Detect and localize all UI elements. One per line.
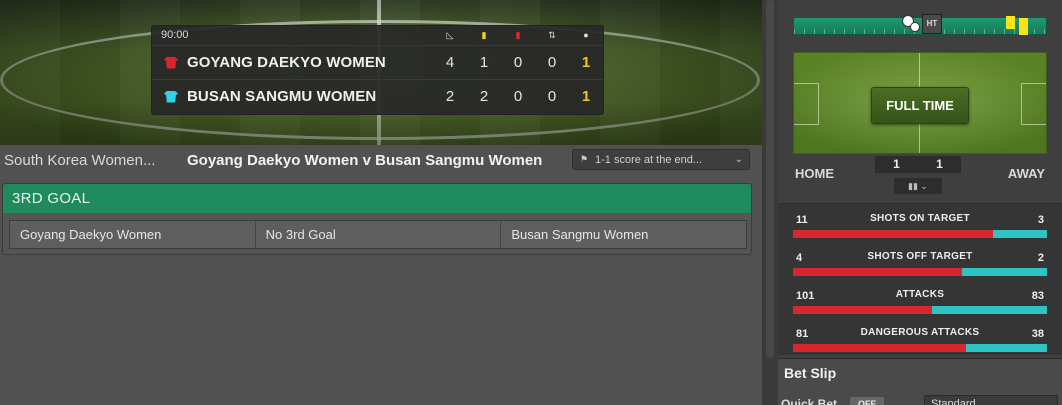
stat-attacks: 101 ATTACKS 83 — [793, 284, 1047, 318]
stat-shots-off-target: 4 SHOTS OFF TARGET 2 — [793, 246, 1047, 280]
home-yellow-cards: 1 — [479, 54, 489, 71]
home-corners: 4 — [445, 54, 455, 71]
bet-slip-title[interactable]: Bet Slip — [784, 365, 836, 381]
stat-filter-dropdown[interactable]: ⚑ 1-1 score at the end... ⌄ — [572, 149, 750, 170]
tracker-away-score: 1 — [936, 157, 943, 171]
stat-bar-home — [793, 344, 966, 352]
away-label: AWAY — [1007, 166, 1045, 181]
away-team-name: BUSAN SANGMU WOMEN — [187, 88, 377, 105]
market-card: 3RD GOAL Goyang Daekyo Women No 3rd Goal… — [2, 183, 752, 255]
scrollbar-thumb[interactable] — [766, 0, 774, 358]
home-away-score: HOME 1 1 ▮▮ ⌄ AWAY — [793, 156, 1047, 196]
home-team-name: GOYANG DAEKYO WOMEN — [187, 54, 386, 71]
yellow-card-icon — [1019, 18, 1028, 35]
stat-label: ATTACKS — [895, 289, 945, 300]
match-title: Goyang Daekyo Women v Busan Sangmu Women — [187, 151, 543, 169]
scoreboard: 90:00 ◺ ▮ ▮ ⇅ ● GOYANG DAEKYO WOMEN 4 1 — [151, 25, 604, 115]
bet-mode-select[interactable]: Standard — [924, 395, 1058, 405]
away-corners: 2 — [445, 88, 455, 105]
stats-toggle-button[interactable]: ▮▮ ⌄ — [894, 178, 942, 194]
substitution-icon: ⇅ — [548, 29, 556, 40]
match-timeline: HT — [793, 14, 1047, 35]
selection-home[interactable]: Goyang Daekyo Women — [10, 221, 256, 248]
stat-bar-away — [962, 268, 1047, 276]
selection-away[interactable]: Busan Sangmu Women — [501, 221, 746, 248]
scrollbar[interactable] — [762, 0, 778, 405]
match-tracker-panel: HT FULL TIME HOME 1 1 ▮▮ ⌄ AWAY 11 SHOTS… — [778, 0, 1062, 405]
corner-icon: ◺ — [446, 29, 454, 40]
stat-bar — [793, 268, 1047, 276]
quick-bet-label: Quick Bet — [781, 397, 838, 405]
scoreboard-row-home: GOYANG DAEKYO WOMEN 4 1 0 0 1 — [152, 45, 603, 79]
yellow-card-icon: ▮ — [481, 29, 487, 40]
stat-dangerous-attacks: 81 DANGEROUS ATTACKS 38 — [793, 322, 1047, 356]
market-header[interactable]: 3RD GOAL — [3, 184, 751, 213]
market-title: 3RD GOAL — [12, 190, 91, 207]
stat-bar-away — [932, 306, 1047, 314]
stat-bar-home — [793, 268, 963, 276]
scoreboard-row-away: BUSAN SANGMU WOMEN 2 2 0 0 1 — [152, 79, 603, 113]
app-root: 90:00 ◺ ▮ ▮ ⇅ ● GOYANG DAEKYO WOMEN 4 1 — [0, 0, 1062, 405]
selection-no-goal[interactable]: No 3rd Goal — [256, 221, 502, 248]
scoreboard-header: 90:00 ◺ ▮ ▮ ⇅ ● — [152, 26, 603, 45]
bet-slip: Bet Slip Quick Bet OFF Standard — [778, 358, 1062, 405]
match-stats: 11 SHOTS ON TARGET 3 4 SHOTS OFF TARGET … — [778, 203, 1062, 355]
home-red-cards: 0 — [513, 54, 523, 71]
stat-away-value: 38 — [1031, 328, 1044, 340]
selection-row: Goyang Daekyo Women No 3rd Goal Busan Sa… — [9, 220, 747, 249]
away-goals: 1 — [581, 88, 591, 105]
stat-away-value: 3 — [1037, 214, 1044, 226]
match-clock: 90:00 — [161, 29, 189, 41]
red-card-icon: ▮ — [515, 29, 521, 40]
home-shirt-icon — [164, 56, 178, 69]
stat-bar-away — [992, 230, 1047, 238]
stat-bar — [793, 230, 1047, 238]
away-substitutions: 0 — [547, 88, 557, 105]
tracker-scorebox: 1 1 — [875, 156, 961, 173]
stat-label: SHOTS ON TARGET — [870, 213, 970, 224]
stat-away-value: 2 — [1037, 252, 1044, 264]
yellow-card-icon — [1006, 16, 1015, 29]
competition-link[interactable]: South Korea Women... — [4, 152, 180, 169]
match-title-bar: South Korea Women... Goyang Daekyo Women… — [0, 146, 762, 174]
stat-bar — [793, 344, 1047, 352]
half-time-marker: HT — [922, 14, 942, 34]
chevron-down-icon: ⌄ — [734, 154, 743, 165]
stat-bar — [793, 306, 1047, 314]
event-panel: 90:00 ◺ ▮ ▮ ⇅ ● GOYANG DAEKYO WOMEN 4 1 — [0, 0, 762, 405]
stat-label: SHOTS OFF TARGET — [867, 251, 973, 262]
goal-ball-icon: ● — [583, 29, 589, 40]
home-substitutions: 0 — [547, 54, 557, 71]
whistle-icon: ⚑ — [579, 154, 589, 164]
goal-ball-icon — [910, 22, 920, 32]
pitch-banner: 90:00 ◺ ▮ ▮ ⇅ ● GOYANG DAEKYO WOMEN 4 1 — [0, 0, 762, 145]
away-shirt-icon — [164, 90, 178, 103]
quick-bet-toggle[interactable]: OFF — [850, 397, 884, 405]
tracker-home-score: 1 — [893, 157, 900, 171]
stat-bar-home — [793, 230, 993, 238]
stat-shots-on-target: 11 SHOTS ON TARGET 3 — [793, 208, 1047, 242]
stat-bar-home — [793, 306, 933, 314]
stat-label: DANGEROUS ATTACKS — [860, 327, 980, 338]
stat-filter-value: 1-1 score at the end... — [595, 153, 703, 166]
away-red-cards: 0 — [513, 88, 523, 105]
home-goals: 1 — [581, 54, 591, 71]
match-status-badge: FULL TIME — [871, 87, 969, 124]
stat-bar-away — [965, 344, 1047, 352]
away-yellow-cards: 2 — [479, 88, 489, 105]
tracker-pitch: FULL TIME — [793, 52, 1047, 154]
stat-away-value: 83 — [1031, 290, 1044, 302]
home-label: HOME — [795, 166, 834, 181]
